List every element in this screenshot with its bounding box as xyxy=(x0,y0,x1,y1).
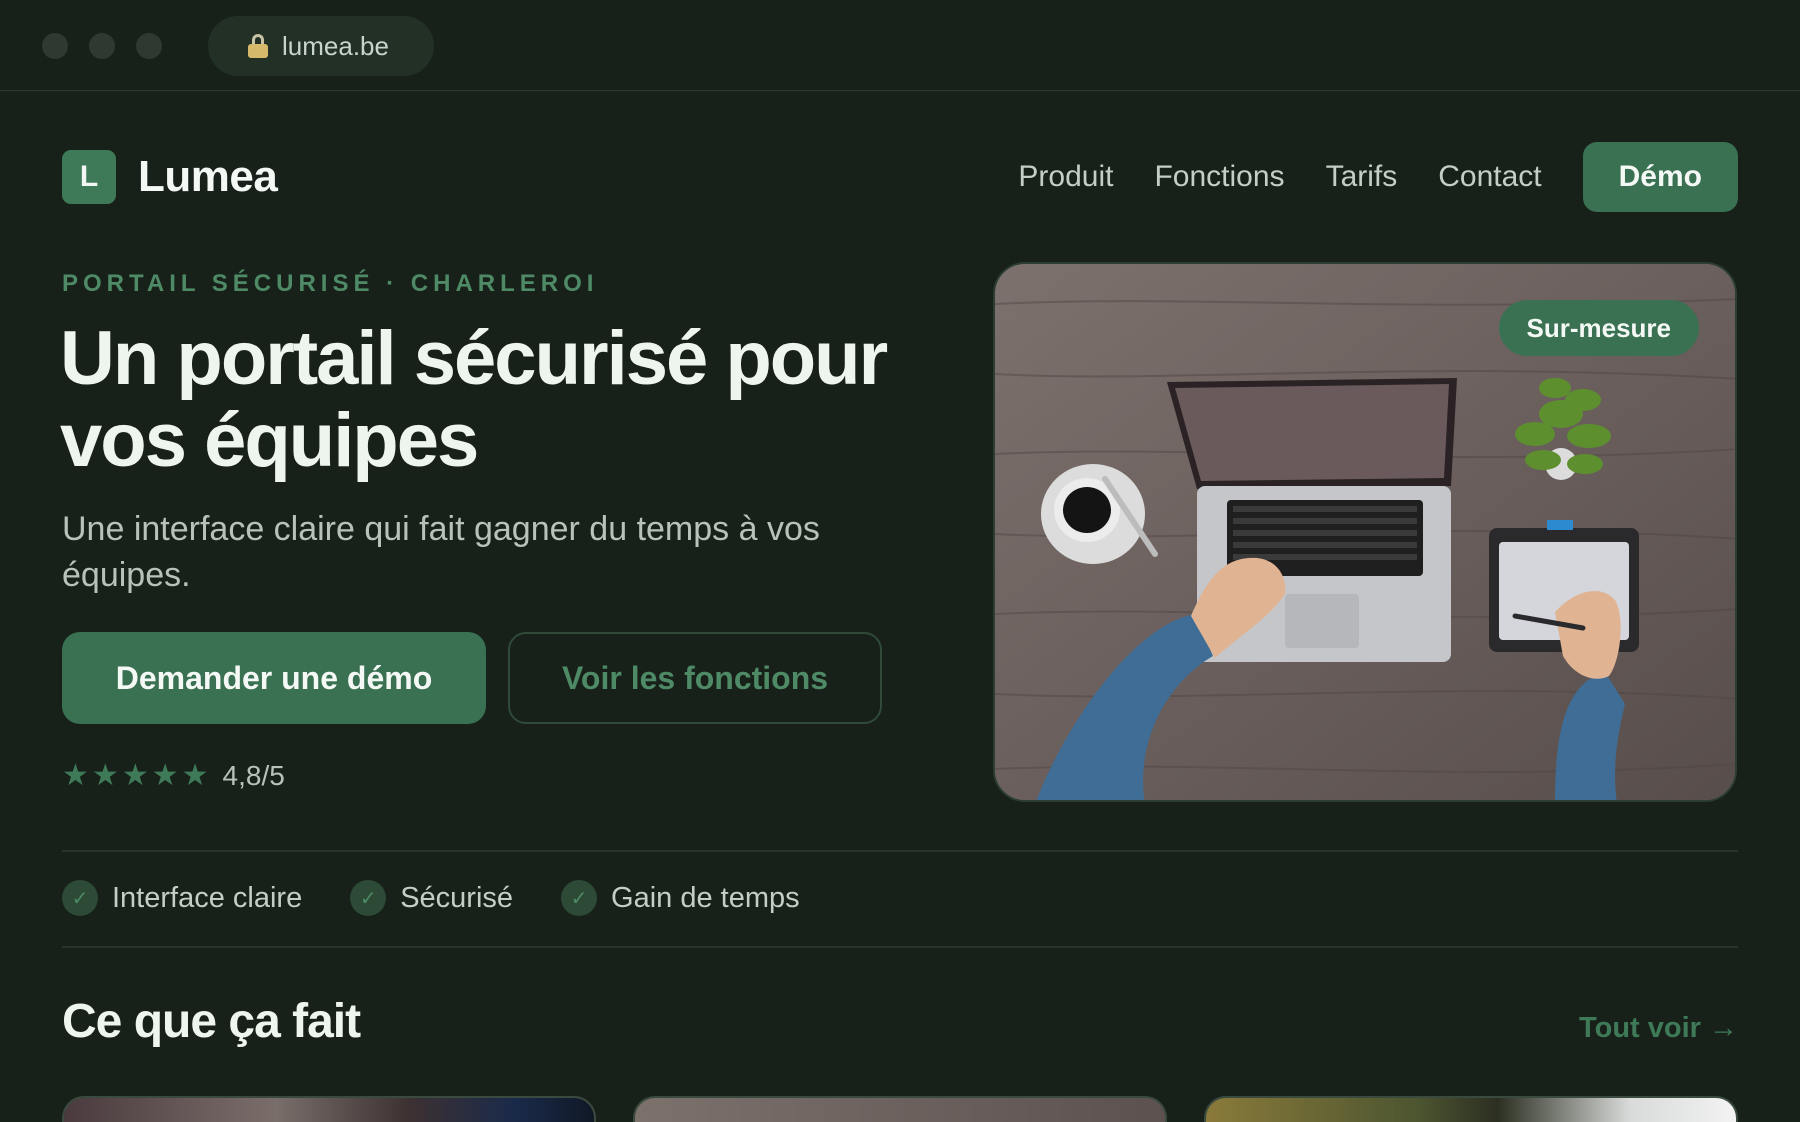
window-minimize-button[interactable] xyxy=(89,33,115,59)
main-nav: Produit Fonctions Tarifs Contact Démo xyxy=(1018,142,1738,212)
brand-logo[interactable]: L Lumea xyxy=(62,150,278,204)
feature-card-3[interactable] xyxy=(1204,1096,1738,1122)
hero-title-line2: vos équipes xyxy=(60,398,479,483)
divider-top xyxy=(62,850,1738,852)
rating-value: 4,8/5 xyxy=(222,760,285,791)
feature-card-1[interactable] xyxy=(62,1096,596,1122)
rating: ★ ★ ★ ★ ★ 4,8/5 xyxy=(62,760,285,792)
divider-bottom xyxy=(62,946,1738,948)
demo-button[interactable]: Démo xyxy=(1582,142,1738,212)
hero-title-line1: Un portail sécurisé pour xyxy=(60,316,888,401)
url-text: lumea.be xyxy=(282,30,389,61)
hero-image: Sur-mesure xyxy=(993,262,1737,802)
window-close-button[interactable] xyxy=(42,33,68,59)
section-title: Ce que ça fait xyxy=(62,995,361,1048)
feature-label: Gain de temps xyxy=(611,881,800,914)
check-icon: ✓ xyxy=(350,880,387,916)
feature-item: ✓ Gain de temps xyxy=(561,880,800,916)
feature-label: Interface claire xyxy=(112,881,303,914)
nav-link-produit[interactable]: Produit xyxy=(1018,160,1113,194)
see-features-button[interactable]: Voir les fonctions xyxy=(508,632,882,724)
feature-card-2[interactable] xyxy=(633,1096,1167,1122)
nav-link-tarifs[interactable]: Tarifs xyxy=(1326,160,1398,194)
address-bar[interactable]: lumea.be xyxy=(208,16,434,76)
feature-label: Sécurisé xyxy=(400,881,514,914)
feature-item: ✓ Interface claire xyxy=(62,880,302,916)
browser-chrome: lumea.be xyxy=(0,0,1800,91)
feature-list: ✓ Interface claire ✓ Sécurisé ✓ Gain de … xyxy=(62,880,848,916)
hero-subtitle: Une interface claire qui fait gagner du … xyxy=(62,510,820,594)
hero-eyebrow: PORTAIL SÉCURISÉ · CHARLEROI xyxy=(62,270,599,297)
lock-icon xyxy=(248,34,268,58)
brand-name: Lumea xyxy=(138,152,278,201)
nav-link-fonctions[interactable]: Fonctions xyxy=(1154,160,1284,194)
check-icon: ✓ xyxy=(561,880,598,916)
check-icon: ✓ xyxy=(62,880,98,916)
logo-mark: L xyxy=(62,150,116,204)
window-maximize-button[interactable] xyxy=(136,33,162,59)
feature-item: ✓ Sécurisé xyxy=(350,880,513,916)
see-all-link[interactable]: Tout voir → xyxy=(1579,1012,1738,1045)
nav-link-contact[interactable]: Contact xyxy=(1438,160,1541,194)
custom-badge: Sur-mesure xyxy=(1498,300,1699,356)
stars-icon: ★ ★ ★ ★ ★ xyxy=(62,759,209,792)
hero-title: Un portail sécurisé pour vos équipes xyxy=(60,318,960,482)
request-demo-button[interactable]: Demander une démo xyxy=(62,632,486,724)
